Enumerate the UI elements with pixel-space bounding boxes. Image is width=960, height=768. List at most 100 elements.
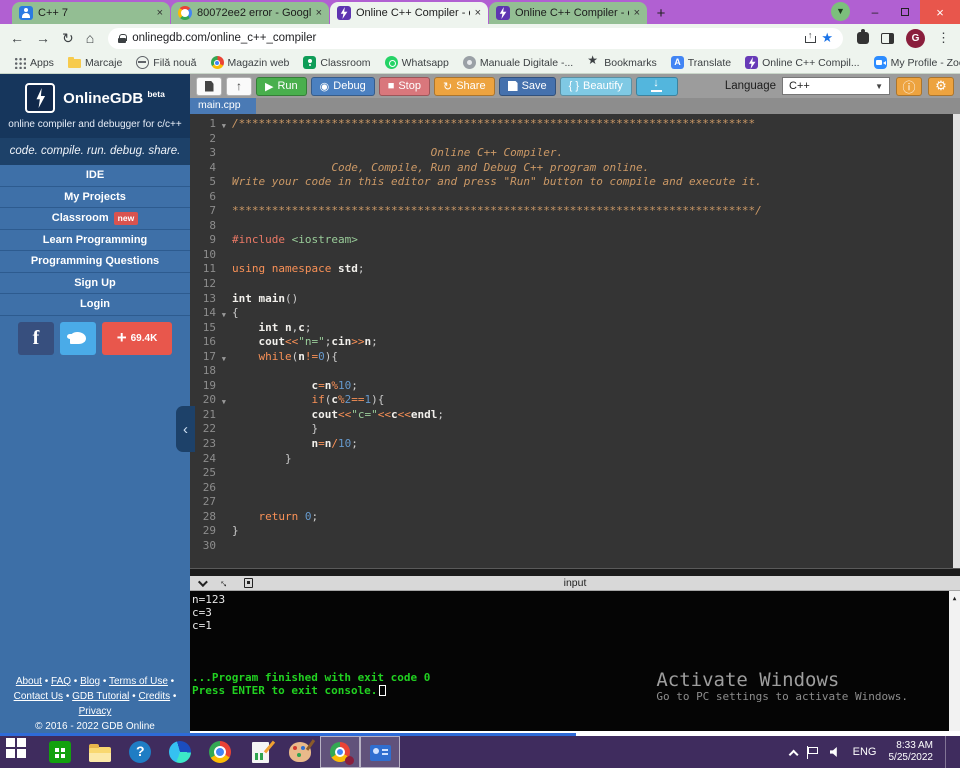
console-scrollbar[interactable] [949, 591, 960, 731]
action-center-flag-icon[interactable] [807, 746, 818, 759]
info-button[interactable]: ⓘ [896, 77, 922, 96]
line-number: 5 [190, 175, 216, 190]
sidebar-item-my-projects[interactable]: My Projects [0, 187, 190, 209]
stop-button[interactable]: ■Stop [379, 77, 430, 96]
sidebar-item-ide[interactable]: IDE [0, 165, 190, 187]
tray-chevron-icon[interactable] [788, 749, 798, 759]
taskbar-report-button[interactable] [240, 736, 280, 768]
browser-tab[interactable]: Online C++ Compiler - online ed× [489, 2, 647, 24]
splitter[interactable] [190, 568, 960, 576]
bookmark-item[interactable]: My Profile - Zoom [869, 54, 960, 71]
volume-icon[interactable] [830, 747, 841, 758]
footer-link[interactable]: Credits [138, 691, 170, 702]
footer-link[interactable]: About [16, 676, 42, 687]
bookmark-item[interactable]: Classroom [298, 54, 375, 71]
tab-close-icon[interactable]: × [475, 7, 481, 19]
twitter-button[interactable] [60, 322, 96, 355]
footer-link[interactable]: Blog [80, 676, 100, 687]
address-bar[interactable]: onlinegdb.com/online_c++_compiler ★ [108, 28, 843, 49]
bookmark-star-icon[interactable]: ★ [821, 30, 833, 46]
settings-button[interactable]: ⚙ [928, 77, 954, 96]
footer-link[interactable]: GDB Tutorial [72, 691, 129, 702]
tab-search-button[interactable]: ▼ [831, 2, 850, 21]
sidebar-item-sign-up[interactable]: Sign Up [0, 273, 190, 295]
console-output[interactable]: n=123c=3c=1...Program finished with exit… [190, 591, 960, 731]
input-language[interactable]: ENG [853, 746, 877, 758]
taskbar-chrome-button[interactable] [200, 736, 240, 768]
bookmark-item[interactable]: Bookmarks [582, 54, 662, 71]
debug-button[interactable]: ◉Debug [311, 77, 375, 96]
sidebar-item-programming-questions[interactable]: Programming Questions [0, 251, 190, 273]
sidebar-item-classroom[interactable]: Classroomnew [0, 208, 190, 230]
home-icon[interactable]: ⌂ [86, 30, 94, 46]
run-button[interactable]: ▶Run [256, 77, 307, 96]
browser-tab[interactable]: 80072ee2 error - Google Search× [171, 2, 329, 24]
side-panel-icon[interactable] [881, 33, 894, 44]
editor-scrollbar[interactable] [953, 114, 960, 568]
minimize-button[interactable]: – [860, 0, 890, 24]
footer-link[interactable]: Contact Us [14, 691, 63, 702]
beautify-button[interactable]: { }Beautify [560, 77, 632, 96]
fold-arrow-icon[interactable]: ▼ [222, 308, 226, 323]
taskbar-store-button[interactable] [40, 736, 80, 768]
tab-close-icon[interactable]: × [157, 7, 163, 19]
save-button[interactable]: Save [499, 77, 556, 96]
bookmark-item[interactable]: Filă nouă [131, 54, 201, 71]
facebook-button[interactable]: f [18, 322, 54, 355]
fold-arrow-icon[interactable]: ▼ [222, 119, 226, 134]
sidebar-item-learn-programming[interactable]: Learn Programming [0, 230, 190, 252]
taskbar-display-button[interactable] [360, 736, 400, 768]
collapse-console-icon[interactable] [198, 577, 208, 587]
browser-menu-icon[interactable]: ⋮ [937, 30, 950, 46]
back-icon[interactable]: ← [10, 30, 24, 46]
profile-avatar[interactable]: G [906, 29, 925, 48]
footer-link[interactable]: Privacy [79, 706, 112, 717]
restore-button[interactable] [890, 0, 920, 24]
footer-link[interactable]: Terms of Use [109, 676, 168, 687]
sidebar-item-login[interactable]: Login [0, 294, 190, 316]
taskbar-edge-button[interactable] [160, 736, 200, 768]
sidebar-collapse-handle[interactable]: ‹ [176, 406, 195, 452]
share-page-icon[interactable] [805, 33, 815, 43]
bookmark-item[interactable]: Translate [666, 54, 736, 71]
bookmark-item[interactable]: Online C++ Compil... [740, 54, 864, 71]
fold-arrow-icon[interactable]: ▼ [222, 395, 226, 410]
code-text [216, 481, 232, 496]
extensions-icon[interactable] [857, 32, 869, 44]
new-file-button[interactable] [196, 77, 222, 96]
close-button[interactable]: × [920, 0, 960, 24]
bookmark-item[interactable]: Whatsapp [380, 54, 454, 71]
language-select[interactable]: C++ ▼ [782, 77, 890, 95]
taskbar-explorer-button[interactable] [80, 736, 120, 768]
bookmark-item[interactable]: Magazin web [206, 54, 295, 71]
upload-button[interactable]: ↑ [226, 77, 252, 96]
stdin-input-icon[interactable] [244, 578, 253, 588]
browser-tab[interactable]: Online C++ Compiler - online ed× [330, 2, 488, 24]
bookmark-item[interactable]: Apps [8, 54, 59, 71]
code-editor[interactable]: 1▼/*************************************… [190, 114, 960, 568]
show-desktop-button[interactable] [945, 736, 950, 768]
bookmark-item[interactable]: Marcaje [63, 55, 127, 71]
taskbar-start-button[interactable] [0, 736, 40, 768]
taskbar-help-button[interactable] [120, 736, 160, 768]
sidebar-item-label: Programming Questions [31, 255, 159, 267]
token: 10 [338, 437, 351, 450]
resize-console-icon[interactable]: ↔ [216, 575, 232, 591]
tab-close-icon[interactable]: × [316, 7, 322, 19]
addthis-share-button[interactable]: + 69.4K [102, 322, 172, 355]
clock[interactable]: 8:33 AM 5/25/2022 [889, 740, 934, 764]
taskbar-chromewin-button[interactable] [320, 736, 360, 768]
new-tab-button[interactable]: + [648, 2, 674, 24]
download-button[interactable] [636, 77, 678, 96]
file-tab-main-cpp[interactable]: main.cpp [190, 98, 256, 114]
line-number: 6 [190, 190, 216, 205]
share-button[interactable]: ↻Share [434, 77, 495, 96]
footer-link[interactable]: FAQ [51, 676, 71, 687]
browser-tab[interactable]: C++ 7× [12, 2, 170, 24]
forward-icon[interactable]: → [36, 30, 50, 46]
reload-icon[interactable]: ↻ [62, 30, 74, 47]
bookmark-item[interactable]: Manuale Digitale -... [458, 54, 578, 71]
fold-arrow-icon[interactable]: ▼ [222, 352, 226, 367]
tab-close-icon[interactable]: × [634, 7, 640, 19]
taskbar-paint-button[interactable] [280, 736, 320, 768]
